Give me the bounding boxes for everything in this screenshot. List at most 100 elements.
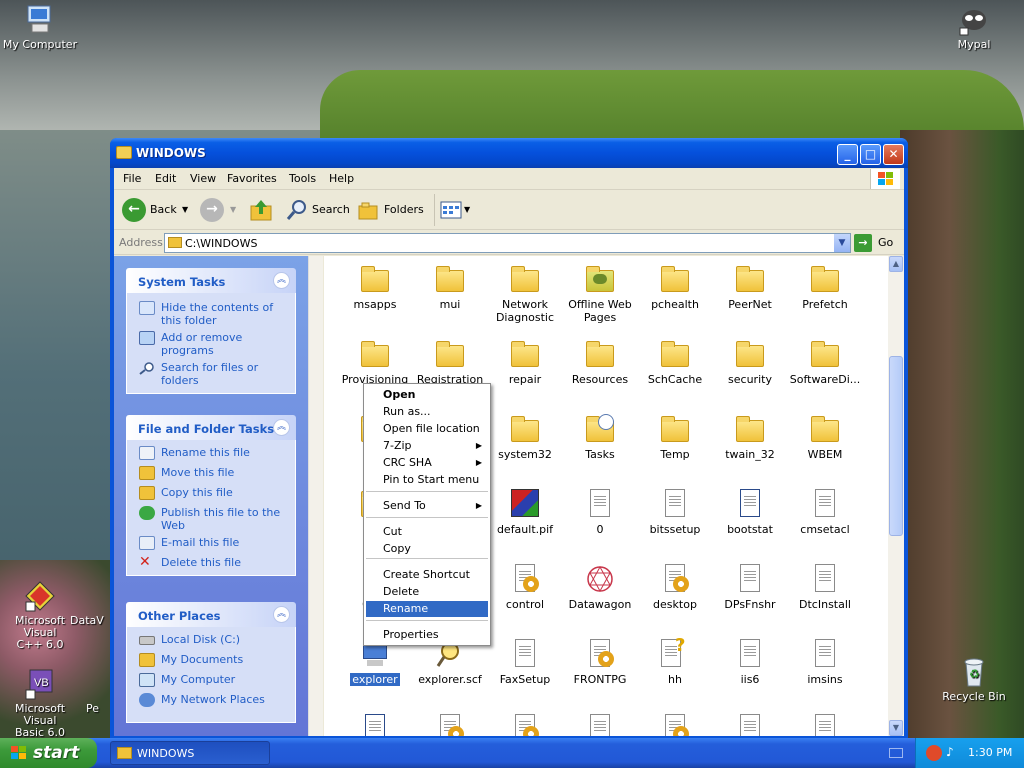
file-item[interactable]: PeerNet — [711, 264, 789, 311]
show-desktop-icon[interactable] — [889, 748, 903, 758]
file-item[interactable]: msapps — [336, 264, 414, 311]
file-item[interactable]: FaxSetup — [486, 639, 564, 686]
file-item[interactable]: explorer.scf — [411, 639, 489, 686]
file-item[interactable] — [486, 714, 564, 736]
file-item[interactable]: DPsFnshr — [711, 564, 789, 611]
context-item-7-zip[interactable]: 7-Zip ▶ — [366, 438, 488, 454]
task-search-files[interactable]: Search for files or folders — [137, 361, 287, 387]
back-arrow-icon[interactable]: ← — [122, 198, 146, 222]
file-item[interactable]: bitssetup — [636, 489, 714, 536]
file-item[interactable]: imsins — [786, 639, 864, 686]
section-header[interactable]: System Tasks ︽ — [126, 268, 296, 293]
collapse-chevron-icon[interactable]: ︽ — [273, 606, 290, 623]
collapse-chevron-icon[interactable]: ︽ — [273, 272, 290, 289]
scroll-thumb[interactable] — [889, 356, 903, 536]
up-folder-icon[interactable] — [250, 198, 272, 222]
section-header[interactable]: Other Places ︽ — [126, 602, 296, 627]
place-my-documents[interactable]: My Documents — [137, 653, 287, 667]
start-button[interactable]: start — [0, 738, 97, 768]
file-item[interactable]: Datawagon — [561, 564, 639, 611]
file-item[interactable]: Network Diagnostic — [486, 264, 564, 324]
vertical-scrollbar[interactable]: ▲ ▼ — [888, 256, 904, 736]
file-item[interactable]: Tasks — [561, 414, 639, 461]
menu-view[interactable]: View — [190, 172, 216, 185]
place-local-disk[interactable]: Local Disk (C:) — [137, 633, 287, 646]
file-item[interactable]: Prefetch — [786, 264, 864, 311]
task-hide-contents[interactable]: Hide the contents of this folder — [137, 301, 287, 327]
volume-icon[interactable]: ♪ — [946, 745, 958, 761]
desktop-icon-my-computer[interactable]: My Computer — [0, 4, 80, 51]
context-item-open-file-location[interactable]: Open file location — [366, 421, 488, 437]
folders-button-label[interactable]: Folders — [384, 198, 424, 222]
file-item[interactable]: default.pif — [486, 489, 564, 536]
place-my-computer[interactable]: My Computer — [137, 673, 287, 687]
scroll-down-arrow-icon[interactable]: ▼ — [889, 720, 903, 736]
context-item-copy[interactable]: Copy — [366, 541, 488, 557]
menu-favorites[interactable]: Favorites — [227, 172, 277, 185]
menu-file[interactable]: File — [123, 172, 141, 185]
tasks-pane-scrollbar[interactable] — [308, 256, 323, 736]
forward-dropdown-icon[interactable]: ▼ — [230, 198, 236, 222]
file-item[interactable] — [561, 714, 639, 736]
task-email-file[interactable]: E-mail this file — [137, 536, 287, 550]
file-item[interactable]: Offline Web Pages — [561, 264, 639, 324]
taskbar-button-windows[interactable]: WINDOWS — [110, 741, 270, 765]
task-add-remove-programs[interactable]: Add or remove programs — [137, 331, 287, 357]
maximize-button[interactable]: □ — [860, 144, 881, 165]
go-arrow-icon[interactable]: → — [854, 234, 872, 252]
task-copy-file[interactable]: Copy this file — [137, 486, 287, 500]
file-item[interactable]: ? hh — [636, 637, 714, 686]
folders-icon[interactable] — [358, 202, 380, 220]
context-item-crc-sha[interactable]: CRC SHA ▶ — [366, 455, 488, 471]
file-item[interactable]: Registration — [411, 339, 489, 386]
search-button-label[interactable]: Search — [312, 198, 350, 222]
file-item[interactable]: Resources — [561, 339, 639, 386]
context-item-run-as[interactable]: Run as... — [366, 404, 488, 420]
forward-arrow-icon[interactable]: → — [200, 198, 224, 222]
file-item[interactable]: security — [711, 339, 789, 386]
context-item-pin-to-start-menu[interactable]: Pin to Start menu — [366, 472, 488, 488]
file-item[interactable] — [636, 714, 714, 736]
window-title-bar[interactable]: WINDOWS _ □ ✕ — [110, 138, 908, 168]
file-item[interactable] — [711, 714, 789, 736]
file-item[interactable] — [786, 714, 864, 736]
file-item[interactable]: SchCache — [636, 339, 714, 386]
context-item-rename[interactable]: Rename — [366, 601, 488, 617]
file-item[interactable]: control — [486, 564, 564, 611]
task-publish-web[interactable]: Publish this file to the Web — [137, 506, 287, 532]
desktop-icon-visual-basic[interactable]: VB Microsoft Visual Basic 6.0 — [0, 668, 80, 738]
desktop-icon-recycle-bin[interactable]: ♻ Recycle Bin — [934, 656, 1014, 703]
views-dropdown-icon[interactable]: ▼ — [464, 198, 470, 222]
collapse-chevron-icon[interactable]: ︽ — [273, 419, 290, 436]
context-item-open[interactable]: Open — [366, 387, 488, 403]
file-item[interactable]: bootstat — [711, 489, 789, 536]
file-item[interactable] — [411, 714, 489, 736]
context-item-delete[interactable]: Delete — [366, 584, 488, 600]
views-icon[interactable] — [440, 201, 462, 219]
file-item[interactable]: explorer — [336, 639, 414, 686]
context-item-create-shortcut[interactable]: Create Shortcut — [366, 567, 488, 583]
section-header[interactable]: File and Folder Tasks ︽ — [126, 415, 296, 440]
close-button[interactable]: ✕ — [883, 144, 904, 165]
tray-app-icon[interactable] — [926, 745, 942, 761]
menu-edit[interactable]: Edit — [155, 172, 176, 185]
file-item[interactable]: SoftwareDi... — [786, 339, 864, 386]
minimize-button[interactable]: _ — [837, 144, 858, 165]
file-item[interactable]: iis6 — [711, 639, 789, 686]
context-item-send-to[interactable]: Send To ▶ — [366, 498, 488, 514]
back-dropdown-icon[interactable]: ▼ — [182, 198, 188, 222]
file-item[interactable]: Provisioning — [336, 339, 414, 386]
file-item[interactable]: WBEM — [786, 414, 864, 461]
context-item-properties[interactable]: Properties — [366, 627, 488, 643]
address-input[interactable]: C:\WINDOWS ▼ — [164, 233, 851, 253]
file-item[interactable]: mui — [411, 264, 489, 311]
scroll-up-arrow-icon[interactable]: ▲ — [889, 256, 903, 272]
file-item[interactable]: Temp — [636, 414, 714, 461]
task-rename-file[interactable]: Rename this file — [137, 446, 287, 460]
file-item[interactable]: twain_32 — [711, 414, 789, 461]
back-button-label[interactable]: Back — [150, 198, 177, 222]
context-item-cut[interactable]: Cut — [366, 524, 488, 540]
file-item[interactable]: desktop — [636, 564, 714, 611]
address-dropdown-icon[interactable]: ▼ — [834, 234, 850, 252]
file-item[interactable]: cmsetacl — [786, 489, 864, 536]
